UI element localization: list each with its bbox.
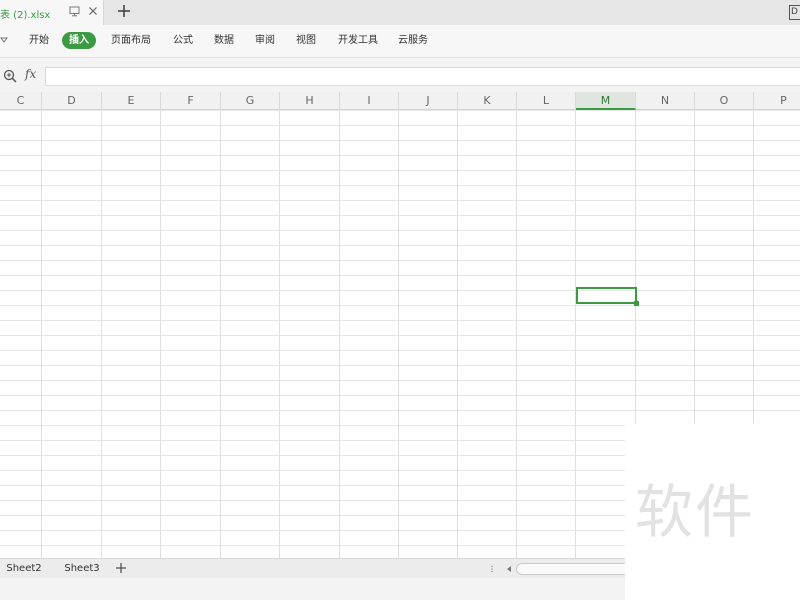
close-icon[interactable] [88,6,98,16]
document-tab[interactable]: 表 (2).xlsx [0,0,104,25]
new-tab-plus-icon[interactable] [117,4,131,18]
status-bar [0,578,625,600]
column-header-l[interactable]: L [517,92,576,110]
document-tab-bar: 表 (2).xlsx D [0,0,800,25]
menu-item-developer[interactable]: 开发工具 [338,35,378,47]
column-header-j[interactable]: J [399,92,458,110]
active-cell[interactable] [576,287,639,306]
menu-item-page-layout[interactable]: 页面布局 [111,35,151,47]
scroll-left-arrow-icon[interactable] [505,564,513,574]
column-gridline [220,110,221,558]
horizontal-scrollbar[interactable] [516,563,625,575]
ribbon-menu-bar: 开始 插入 页面布局 公式 数据 审阅 视图 开发工具 云服务 [0,25,800,58]
add-sheet-plus-icon[interactable] [114,561,128,575]
watermark: 软件 [625,423,800,600]
column-header-d[interactable]: D [42,92,102,110]
column-header-k[interactable]: K [458,92,517,110]
watermark-text: 软件 [635,478,756,546]
column-gridline [41,110,42,558]
menu-item-view[interactable]: 视图 [296,35,316,47]
column-header-g[interactable]: G [221,92,280,110]
scroll-grip-icon[interactable] [490,565,494,573]
sheet-tab-bar: Sheet2 Sheet3 [0,558,625,578]
column-header-i[interactable]: I [340,92,399,110]
column-header-h[interactable]: H [280,92,340,110]
formula-bar: fx [0,58,800,92]
window-corner-label[interactable]: D [789,5,800,20]
sheet-tab[interactable]: Sheet3 [56,561,108,577]
column-gridline [339,110,340,558]
fill-handle[interactable] [634,301,639,306]
column-gridline [101,110,102,558]
menu-item-review[interactable]: 审阅 [255,35,275,47]
column-gridline [516,110,517,558]
column-header-n[interactable]: N [636,92,695,110]
menu-item-insert[interactable]: 插入 [62,32,96,49]
column-header-e[interactable]: E [102,92,161,110]
formula-input[interactable] [45,67,800,86]
column-gridline [160,110,161,558]
document-tab-title: 表 (2).xlsx [0,10,51,21]
column-gridline [575,110,576,558]
column-gridline [398,110,399,558]
caret-down-icon[interactable] [0,36,8,44]
column-gridline [279,110,280,558]
menu-item-data[interactable]: 数据 [214,35,234,47]
monitor-icon[interactable] [69,6,80,17]
column-header-row: C D E F G H I J K L M N O P [0,92,800,110]
menu-item-home[interactable]: 开始 [29,35,49,47]
fx-icon[interactable]: fx [25,67,36,81]
column-header-o[interactable]: O [695,92,754,110]
spreadsheet-app: 表 (2).xlsx D 开始 插入 页面布局 公式 数据 审阅 视图 开发工具… [0,0,800,600]
column-header-m[interactable]: M [576,92,636,110]
column-gridline [457,110,458,558]
column-header-p[interactable]: P [754,92,800,110]
menu-item-cloud[interactable]: 云服务 [398,35,428,47]
zoom-icon[interactable] [3,69,17,83]
column-header-f[interactable]: F [161,92,221,110]
sheet-tab[interactable]: Sheet2 [0,561,48,577]
column-header-c[interactable]: C [0,92,42,110]
menu-item-formulas[interactable]: 公式 [173,35,193,47]
